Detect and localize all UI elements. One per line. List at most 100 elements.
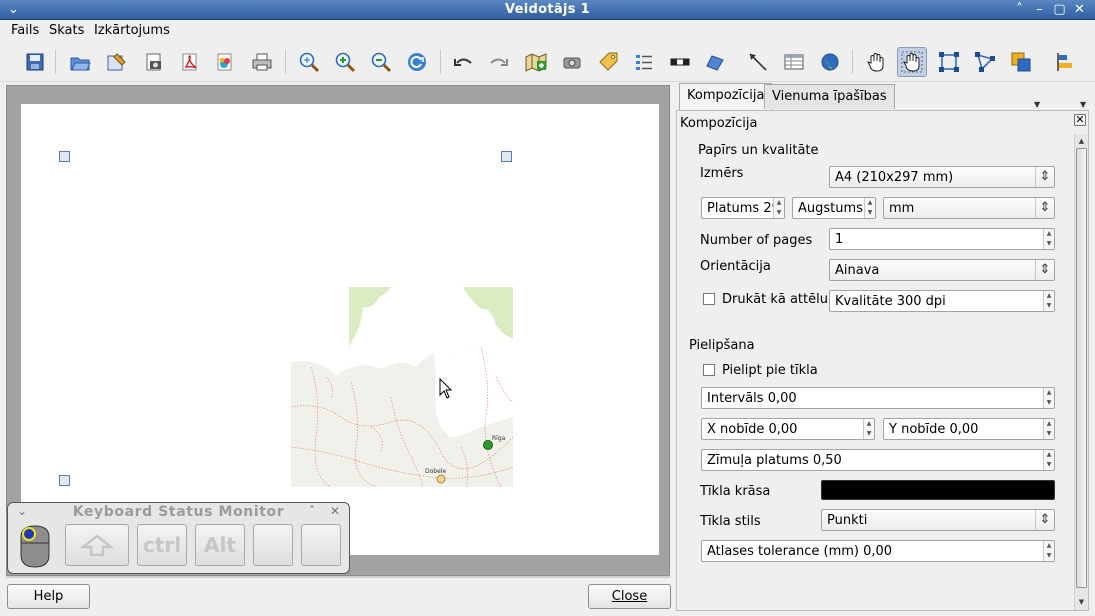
- pen-width-spinbox[interactable]: Zīmuļa platums 0,50 ▲ ▼: [701, 449, 1055, 471]
- export-pdf-icon[interactable]: [175, 47, 205, 77]
- grid-style-select[interactable]: Punkti ⇕: [821, 509, 1055, 531]
- add-map-icon[interactable]: [521, 47, 551, 77]
- menu-bar: Fails Skats Izkārtojums: [0, 20, 1095, 42]
- pan-icon[interactable]: [861, 47, 891, 77]
- select-icon[interactable]: [934, 47, 964, 77]
- close-button[interactable]: Close: [588, 584, 671, 609]
- resize-handle[interactable]: [59, 151, 70, 162]
- grid-style-label: Tīkla stils: [700, 514, 761, 529]
- add-table-icon[interactable]: [779, 47, 809, 77]
- alt-key: Alt: [195, 524, 245, 566]
- add-image-icon[interactable]: [557, 47, 587, 77]
- mouse-cursor-icon: [439, 378, 453, 399]
- node-edit-icon[interactable]: [970, 47, 1000, 77]
- close-panel-icon[interactable]: ✕: [1074, 114, 1086, 126]
- size-label: Izmērs: [700, 166, 744, 181]
- spin-arrows-icon[interactable]: ▲ ▼: [1043, 541, 1054, 561]
- save-icon[interactable]: [20, 47, 50, 77]
- chevron-down-icon[interactable]: ▼: [1080, 100, 1086, 109]
- shade-icon[interactable]: ˄: [1011, 2, 1028, 18]
- align-icon[interactable]: [1050, 47, 1080, 77]
- paper-section-title: Papīrs un kvalitāte: [698, 143, 819, 158]
- minimize-icon[interactable]: –: [1031, 2, 1048, 18]
- resize-handle[interactable]: [501, 151, 512, 162]
- spin-arrows-icon[interactable]: ▲ ▼: [864, 198, 875, 218]
- add-html-icon[interactable]: [815, 47, 845, 77]
- refresh-icon[interactable]: [402, 47, 432, 77]
- grid-color-label: Tīkla krāsa: [700, 484, 771, 499]
- ksm-title: Keyboard Status Monitor: [72, 504, 285, 520]
- pages-spinbox[interactable]: 1 ▲ ▼: [829, 228, 1055, 250]
- snap-section-title: Pielipšana: [689, 338, 755, 353]
- print-as-raster-label: Drukāt kā attēlu: [722, 292, 828, 307]
- raise-lower-icon[interactable]: [1006, 47, 1036, 77]
- orientation-label: Orientācija: [700, 259, 771, 274]
- map-label-riga: Rīga: [492, 435, 506, 442]
- open-icon[interactable]: [65, 47, 95, 77]
- unit-select[interactable]: mm ⇕: [883, 197, 1055, 219]
- print-as-raster-checkbox[interactable]: [703, 293, 715, 305]
- interval-spinbox[interactable]: Intervāls 0,00 ▲ ▼: [701, 387, 1055, 409]
- y-offset-spinbox[interactable]: Y nobīde 0,00 ▲ ▼: [883, 418, 1055, 440]
- move-content-icon[interactable]: [897, 47, 927, 77]
- spin-arrows-icon[interactable]: ▲ ▼: [1043, 229, 1054, 249]
- shade-icon[interactable]: ˄: [309, 504, 315, 518]
- zoom-out-icon[interactable]: [366, 47, 396, 77]
- spin-arrows-icon[interactable]: ▲ ▼: [1043, 388, 1054, 408]
- chevron-updown-icon: ⇕: [1035, 510, 1054, 530]
- scroll-down-icon[interactable]: ▼: [1076, 596, 1087, 608]
- export-image-icon[interactable]: [139, 47, 169, 77]
- resize-handle[interactable]: [59, 475, 70, 486]
- undo-icon[interactable]: [448, 47, 478, 77]
- spin-arrows-icon[interactable]: ▲ ▼: [863, 419, 874, 439]
- tab-item-properties[interactable]: Vienuma īpašības: [764, 84, 895, 109]
- redo-icon[interactable]: [484, 47, 514, 77]
- chevron-down-icon[interactable]: ▼: [1034, 100, 1040, 109]
- export-svg-icon[interactable]: [210, 47, 240, 77]
- menu-layout[interactable]: Izkārtojums: [94, 23, 170, 38]
- keyboard-status-monitor: ⌄ Keyboard Status Monitor ˄ ✕ ctrl Alt: [7, 502, 350, 574]
- close-icon[interactable]: ✕: [330, 504, 340, 518]
- horizontal-scrollbar[interactable]: [6, 576, 670, 578]
- tab-composition[interactable]: Kompozīcija: [679, 83, 773, 110]
- scroll-up-icon[interactable]: ▲: [1076, 135, 1087, 147]
- map-item[interactable]: Rīga Dobele: [291, 287, 513, 487]
- window-title: Veidotājs 1: [505, 2, 590, 17]
- window-title-bar: ⌄ Veidotājs 1 ˄ – ▢ ✕: [0, 0, 1095, 20]
- grid-color-button[interactable]: [821, 480, 1055, 500]
- menu-view[interactable]: Skats: [49, 23, 84, 38]
- paper-page[interactable]: Rīga Dobele: [21, 104, 659, 555]
- tolerance-spinbox[interactable]: Atlases tolerance (mm) 0,00 ▲ ▼: [701, 540, 1055, 562]
- help-button[interactable]: Help: [7, 584, 90, 609]
- template-icon[interactable]: [101, 47, 131, 77]
- add-scalebar-icon[interactable]: [665, 47, 695, 77]
- map-label-dobele: Dobele: [425, 468, 446, 475]
- add-label-icon[interactable]: [593, 47, 623, 77]
- add-legend-icon[interactable]: [629, 47, 659, 77]
- x-offset-spinbox[interactable]: X nobīde 0,00 ▲ ▼: [701, 418, 875, 440]
- menu-file[interactable]: Fails: [11, 23, 39, 38]
- ctrl-key: ctrl: [137, 524, 187, 566]
- height-spinbox[interactable]: Augstums 210 ▲▼: [792, 197, 876, 219]
- snap-to-grid-label: Pielipt pie tīkla: [722, 363, 818, 378]
- toolbar: ▼ ▼ ▼: [0, 42, 1095, 109]
- scrollbar-thumb[interactable]: [1076, 148, 1087, 588]
- size-select[interactable]: A4 (210x297 mm) ⇕: [829, 166, 1055, 188]
- print-icon[interactable]: [247, 47, 277, 77]
- spin-arrows-icon[interactable]: ▲ ▼: [1043, 450, 1054, 470]
- zoom-full-icon[interactable]: [294, 47, 324, 77]
- orientation-select[interactable]: Ainava ⇕: [829, 259, 1055, 281]
- spin-arrows-icon[interactable]: ▲ ▼: [773, 198, 784, 218]
- zoom-in-icon[interactable]: [330, 47, 360, 77]
- maximize-icon[interactable]: ▢: [1051, 2, 1068, 18]
- snap-to-grid-checkbox[interactable]: [703, 364, 715, 376]
- spin-arrows-icon[interactable]: ▲ ▼: [1043, 291, 1054, 311]
- add-shape-icon[interactable]: [700, 47, 730, 77]
- width-spinbox[interactable]: Platums 297 ▲ ▼: [701, 197, 785, 219]
- modifier-key: [301, 524, 341, 566]
- quality-spinbox[interactable]: Kvalitāte 300 dpi ▲ ▼: [829, 290, 1055, 312]
- spin-arrows-icon[interactable]: ▲ ▼: [1043, 419, 1054, 439]
- panel-scrollbar[interactable]: ▲ ▼: [1074, 134, 1088, 610]
- close-window-icon[interactable]: ✕: [1071, 2, 1088, 18]
- add-arrow-icon[interactable]: [743, 47, 773, 77]
